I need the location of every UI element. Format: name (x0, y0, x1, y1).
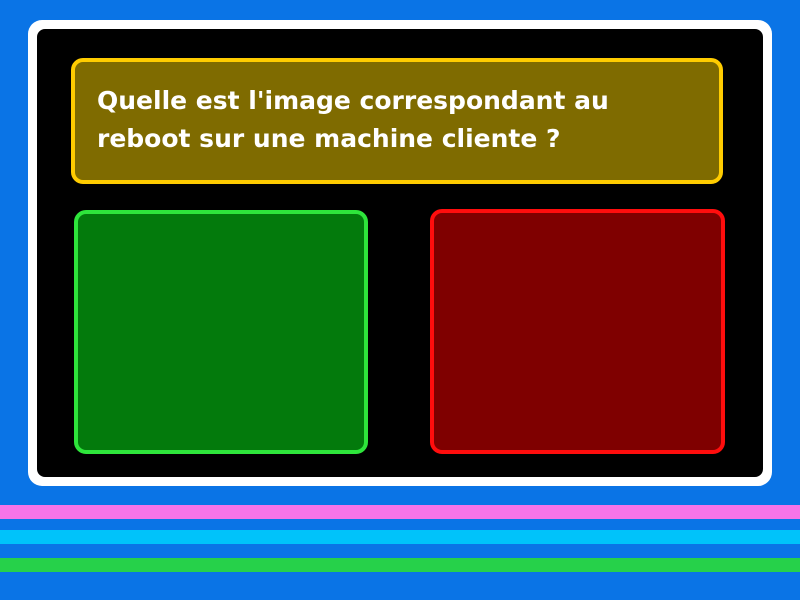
decorative-stripe-pink (0, 505, 800, 519)
answer-option-right[interactable] (430, 209, 725, 454)
answer-option-left[interactable] (74, 210, 368, 454)
quiz-screen: Quelle est l'image correspondant au rebo… (0, 0, 800, 600)
question-box: Quelle est l'image correspondant au rebo… (71, 58, 723, 184)
question-text: Quelle est l'image correspondant au rebo… (97, 86, 609, 153)
decorative-stripe-green (0, 558, 800, 572)
decorative-stripe-cyan (0, 530, 800, 544)
